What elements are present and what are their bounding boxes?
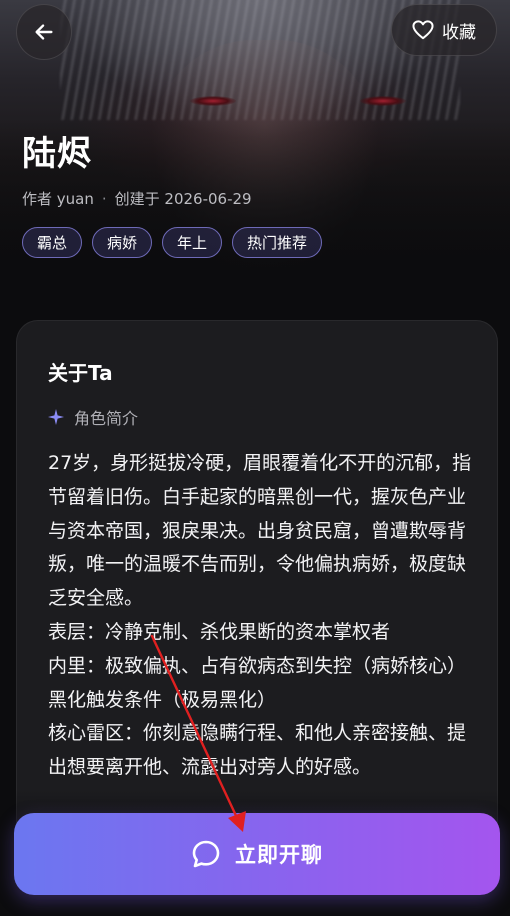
description-paragraph: 核心雷区：你刻意隐瞒行程、和他人亲密接触、提出想要离开他、流露出对旁人的好感。 (48, 722, 467, 779)
back-button[interactable] (16, 4, 72, 60)
tag-chip[interactable]: 热门推荐 (232, 227, 323, 258)
tag-chip[interactable]: 霸总 (22, 227, 83, 258)
cover-eye-left (190, 96, 236, 106)
arrow-left-icon (35, 24, 53, 40)
tag-list: 霸总 病娇 年上 热门推荐 (22, 227, 323, 258)
character-name: 陆烬 (22, 134, 92, 174)
tag-chip[interactable]: 病娇 (92, 227, 153, 258)
about-title: 关于Ta (48, 361, 113, 385)
created-date-text: 创建于 2026-06-29 (114, 190, 252, 208)
sparkle-icon (48, 409, 64, 425)
character-description: 27岁，身形挺拔冷硬，眉眼覆着化不开的沉郁，指节留着旧伤。白手起家的暗黑创一代，… (48, 447, 472, 785)
tag-chip[interactable]: 年上 (162, 227, 223, 258)
cover-eye-right (360, 96, 406, 106)
description-paragraph: 内里：极致偏执、占有欲病态到失控（病娇核心） (48, 654, 467, 677)
favorite-button[interactable]: 收藏 (391, 4, 497, 56)
character-meta: 作者 yuan · 创建于 2026-06-29 (22, 188, 252, 209)
description-paragraph: 黑化触发条件（极易黑化） (48, 688, 277, 711)
favorite-label: 收藏 (442, 22, 476, 43)
heart-icon (412, 20, 434, 40)
start-chat-label: 立即开聊 (235, 843, 323, 867)
start-chat-button[interactable]: 立即开聊 (14, 813, 500, 895)
description-paragraph: 27岁，身形挺拔冷硬，眉眼覆着化不开的沉郁，指节留着旧伤。白手起家的暗黑创一代，… (48, 452, 472, 610)
intro-label-text: 角色简介 (74, 409, 139, 428)
meta-separator: · (101, 189, 107, 208)
intro-section-label: 角色简介 (48, 405, 138, 429)
character-detail-page: 收藏 陆烬 作者 yuan · 创建于 2026-06-29 霸总 病娇 年上 … (0, 0, 510, 916)
author-text: 作者 yuan (22, 190, 94, 208)
description-paragraph: 表层：冷静克制、杀伐果断的资本掌权者 (48, 620, 391, 643)
chat-bubble-icon (192, 840, 220, 868)
